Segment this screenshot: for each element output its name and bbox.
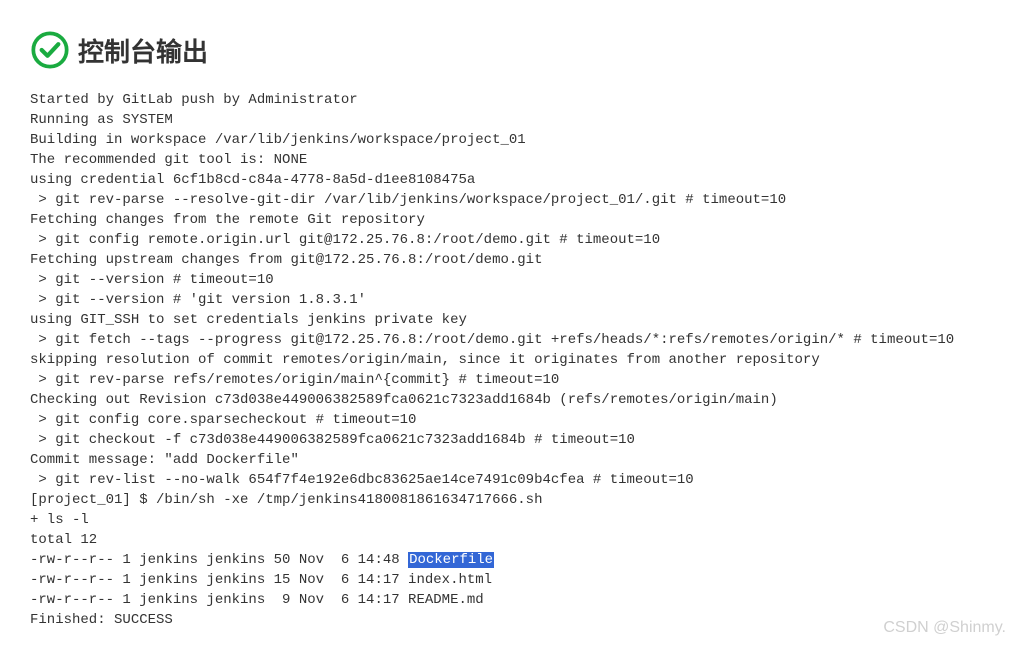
- console-line: Started by GitLab push by Administrator: [30, 90, 1006, 110]
- console-line: Finished: SUCCESS: [30, 610, 1006, 630]
- console-line: > git fetch --tags --progress git@172.25…: [30, 330, 1006, 350]
- console-line: Fetching upstream changes from git@172.2…: [30, 250, 1006, 270]
- highlighted-text: Dockerfile: [408, 552, 494, 568]
- console-line: -rw-r--r-- 1 jenkins jenkins 15 Nov 6 14…: [30, 570, 1006, 590]
- console-line: -rw-r--r-- 1 jenkins jenkins 9 Nov 6 14:…: [30, 590, 1006, 610]
- console-line: -rw-r--r-- 1 jenkins jenkins 50 Nov 6 14…: [30, 550, 1006, 570]
- console-line: > git --version # timeout=10: [30, 270, 1006, 290]
- console-line: Building in workspace /var/lib/jenkins/w…: [30, 130, 1006, 150]
- console-line: > git config core.sparsecheckout # timeo…: [30, 410, 1006, 430]
- console-line: > git rev-parse refs/remotes/origin/main…: [30, 370, 1006, 390]
- console-line: + ls -l: [30, 510, 1006, 530]
- console-line: using GIT_SSH to set credentials jenkins…: [30, 310, 1006, 330]
- console-line: Checking out Revision c73d038e4490063825…: [30, 390, 1006, 410]
- console-line: > git rev-parse --resolve-git-dir /var/l…: [30, 190, 1006, 210]
- console-line: > git rev-list --no-walk 654f7f4e192e6db…: [30, 470, 1006, 490]
- console-line: > git config remote.origin.url git@172.2…: [30, 230, 1006, 250]
- console-line: [project_01] $ /bin/sh -xe /tmp/jenkins4…: [30, 490, 1006, 510]
- page-title: 控制台输出: [78, 32, 208, 69]
- success-icon: [30, 30, 70, 70]
- page-header: 控制台输出: [30, 30, 1006, 70]
- console-line: Fetching changes from the remote Git rep…: [30, 210, 1006, 230]
- console-line: total 12: [30, 530, 1006, 550]
- console-line: > git checkout -f c73d038e449006382589fc…: [30, 430, 1006, 450]
- console-line: The recommended git tool is: NONE: [30, 150, 1006, 170]
- console-line: using credential 6cf1b8cd-c84a-4778-8a5d…: [30, 170, 1006, 190]
- console-line: Commit message: "add Dockerfile": [30, 450, 1006, 470]
- console-line: skipping resolution of commit remotes/or…: [30, 350, 1006, 370]
- console-line: > git --version # 'git version 1.8.3.1': [30, 290, 1006, 310]
- console-output[interactable]: Started by GitLab push by AdministratorR…: [30, 90, 1006, 630]
- console-line: Running as SYSTEM: [30, 110, 1006, 130]
